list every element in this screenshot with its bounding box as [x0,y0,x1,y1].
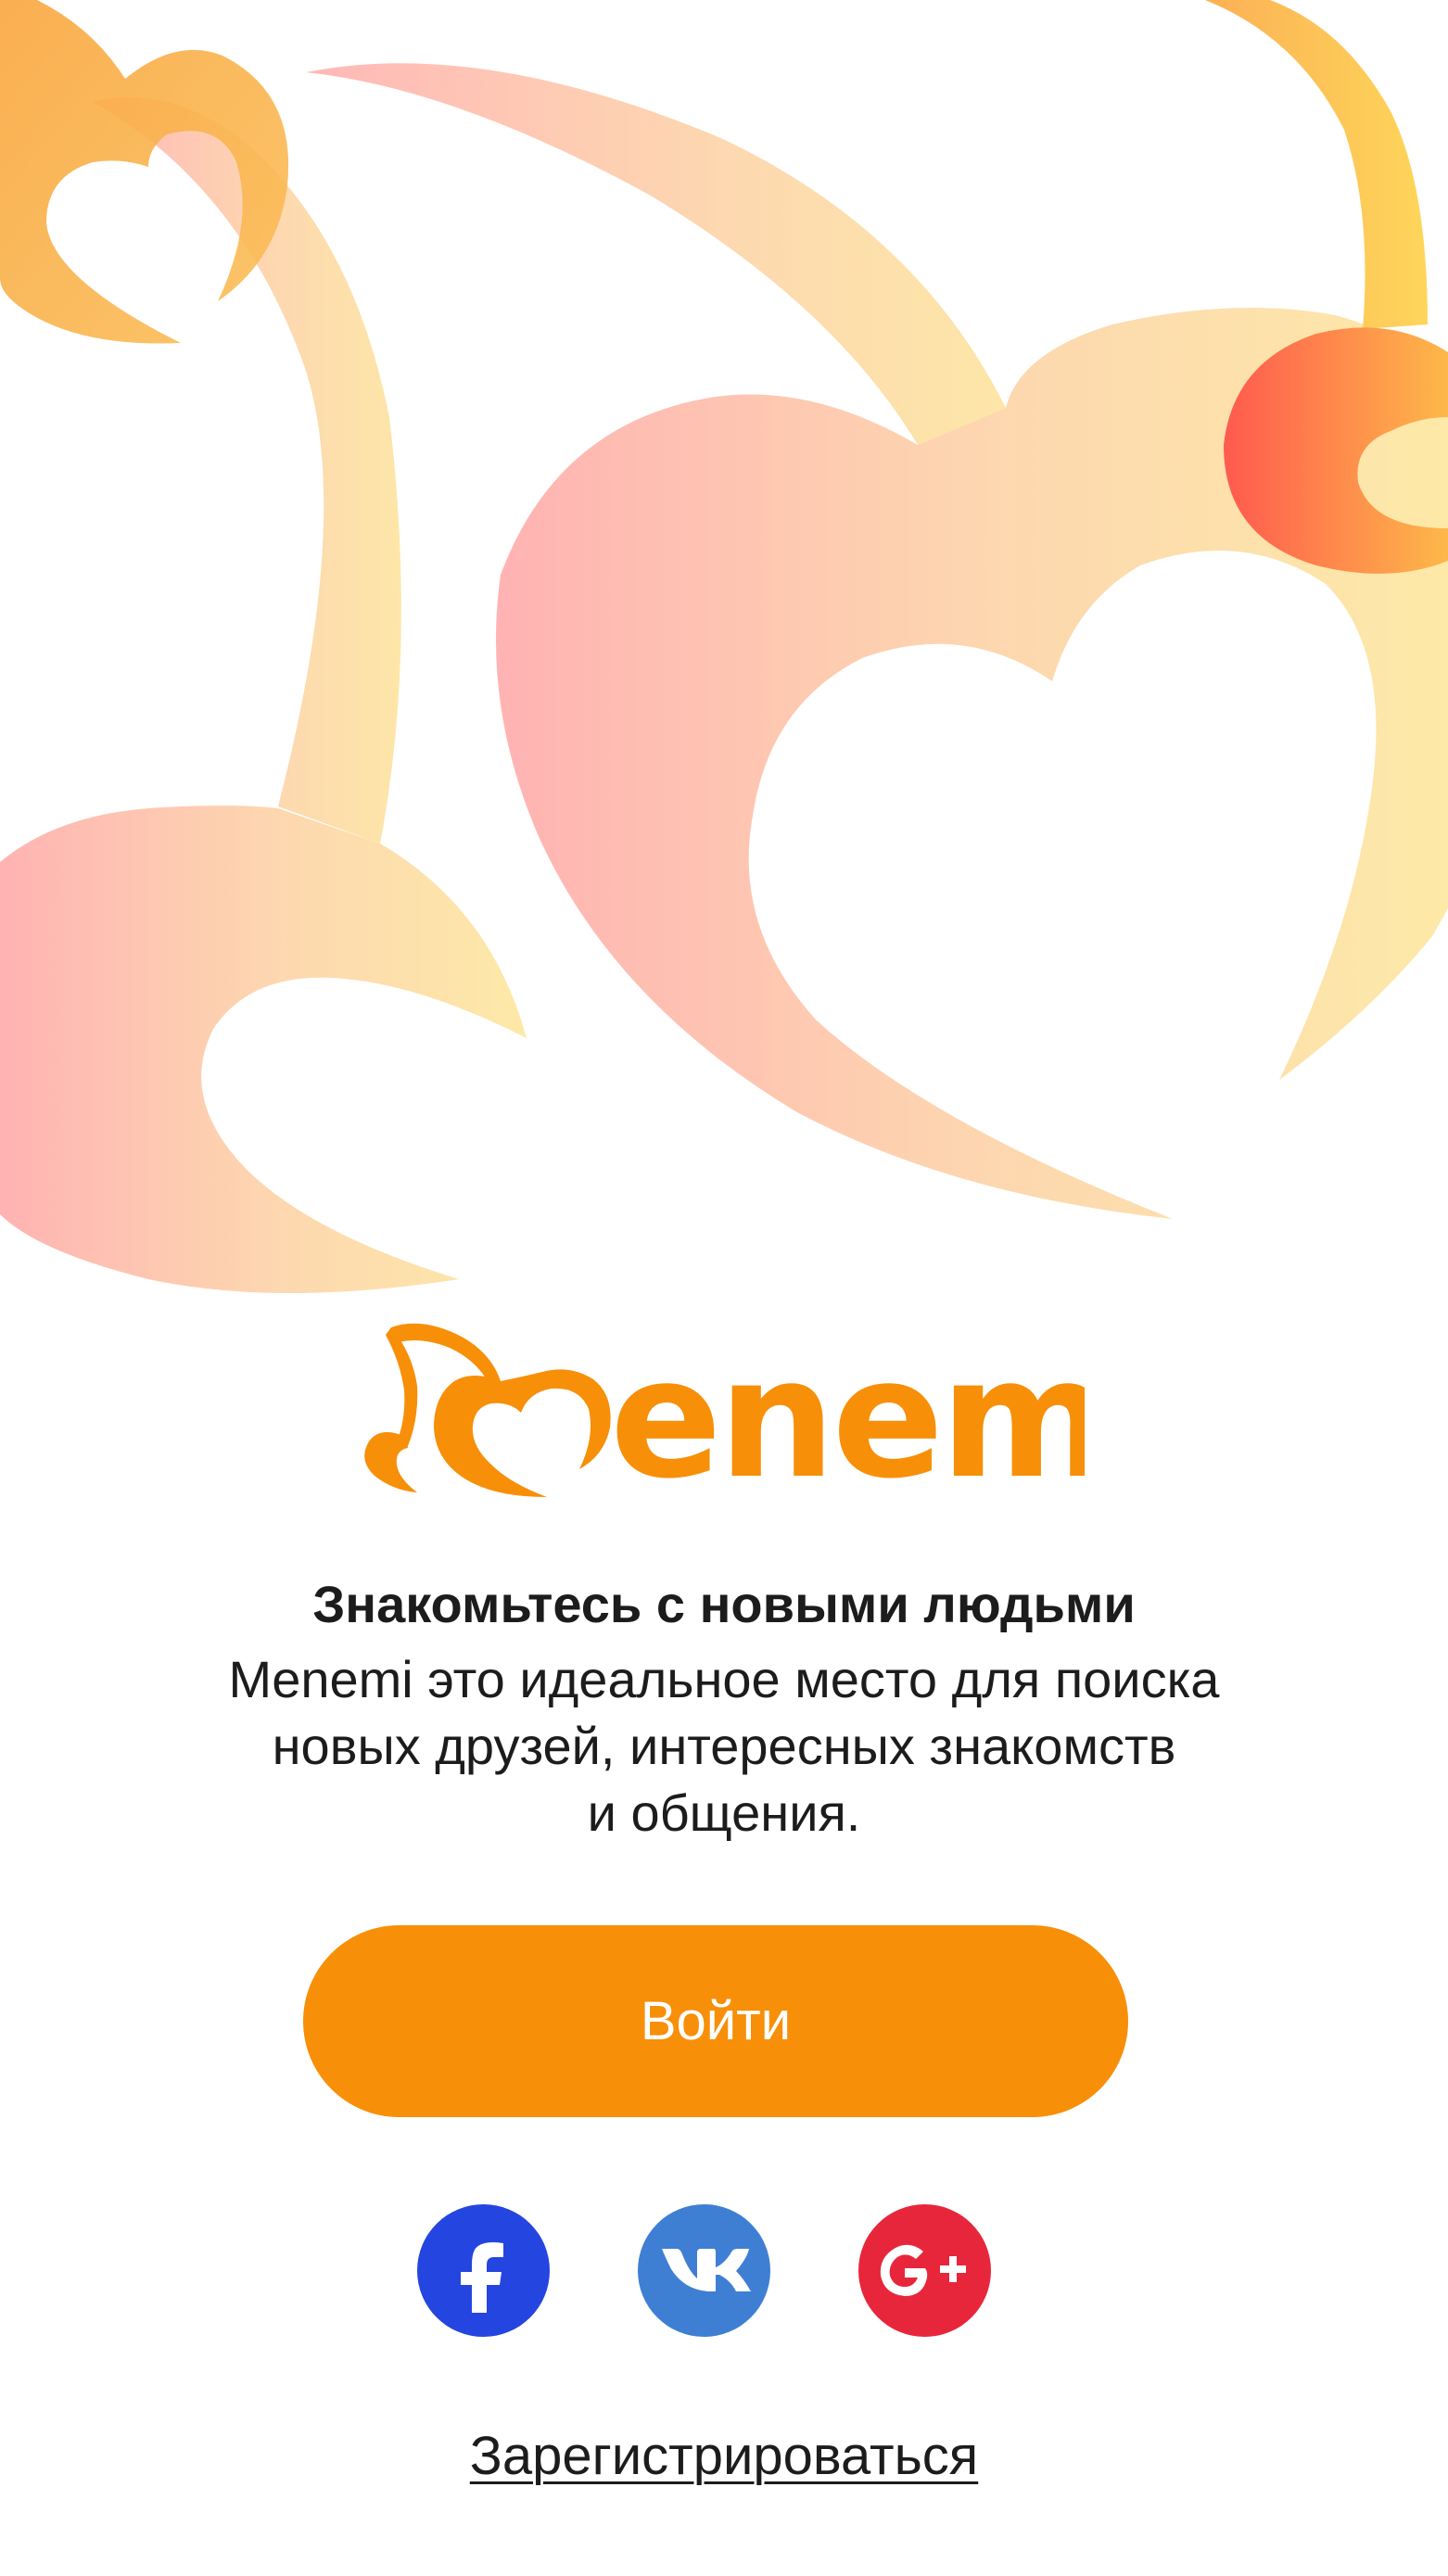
description: Menemi это идеальное место для поиска но… [168,1646,1280,1846]
hero-illustration [0,0,1448,1293]
top-left-heart [0,0,289,344]
headline: Знакомьтесь с новыми людьми [312,1575,1136,1633]
description-line: и общения. [587,1783,861,1842]
menemi-logo: enemi [364,1323,1085,1502]
description-line: новых друзей, интересных знакомств [272,1717,1176,1775]
facebook-login-button[interactable] [417,2204,550,2337]
register-link[interactable]: Зарегистрироваться [0,2425,1448,2487]
right-stem [1205,0,1428,329]
login-button[interactable]: Войти [303,1925,1128,2117]
logo-big-heart [434,1369,611,1497]
logo-wordmark: enemi [610,1323,1085,1502]
logo-cherry-stem-2 [386,1327,418,1446]
google-plus-icon [880,2244,966,2296]
big-stem [306,63,1006,446]
description-line: Menemi это идеальное место для поиска [228,1650,1220,1708]
google-plus-login-button[interactable] [858,2204,991,2337]
left-heart [0,806,527,1293]
facebook-icon [460,2241,503,2313]
vk-login-button[interactable] [638,2204,770,2337]
vk-icon [661,2248,751,2291]
